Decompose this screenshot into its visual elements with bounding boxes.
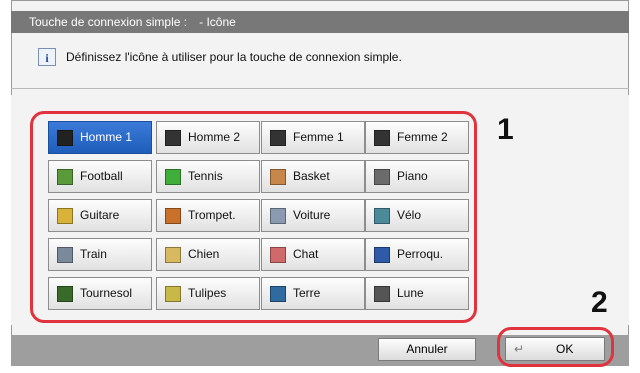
icon-option-piano[interactable]: Piano [365,160,469,193]
icon-option-tournesol[interactable]: Tournesol [48,277,152,310]
instruction-text: Définissez l'icône à utiliser pour la to… [66,50,402,64]
guitar-icon [57,208,73,224]
icon-option-label: Perroqu. [397,247,444,261]
callout-number-1: 1 [497,113,514,146]
icon-option-label: Homme 1 [80,130,133,144]
title-bar: Touche de connexion simple : - Icône [11,11,629,33]
icon-option-label: Tennis [188,169,223,183]
icon-option-lune[interactable]: Lune [365,277,469,310]
icon-option-label: Trompet. [188,208,236,222]
female-silhouette-icon [270,130,286,146]
icon-option-femme-2[interactable]: Femme 2 [365,121,469,154]
icon-option-homme-1[interactable]: Homme 1 [48,121,152,154]
male-silhouette-icon [165,130,181,146]
ok-button[interactable]: ↵ OK [505,337,605,361]
dog-icon [165,247,181,263]
icon-option-homme-2[interactable]: Homme 2 [156,121,260,154]
instruction-message: i Définissez l'icône à utiliser pour la … [38,48,402,66]
earth-icon [270,286,286,302]
icon-option-label: Piano [397,169,428,183]
icon-option-label: Femme 2 [397,130,448,144]
cancel-button[interactable]: Annuler [378,338,476,361]
icon-option-femme-1[interactable]: Femme 1 [261,121,365,154]
icon-option-label: Homme 2 [188,130,241,144]
icon-option-trompet[interactable]: Trompet. [156,199,260,232]
icon-option-vélo[interactable]: Vélo [365,199,469,232]
icon-option-label: Football [80,169,123,183]
parrot-icon [374,247,390,263]
icon-option-label: Train [80,247,107,261]
icon-option-chat[interactable]: Chat [261,238,365,271]
icon-option-label: Tournesol [80,286,133,300]
icon-option-football[interactable]: Football [48,160,152,193]
icon-option-label: Chat [293,247,319,261]
icon-option-terre[interactable]: Terre [261,277,365,310]
icon-option-label: Tulipes [188,286,227,300]
car-icon [270,208,286,224]
male-silhouette-icon [57,130,73,146]
icon-option-label: Femme 1 [293,130,344,144]
icon-option-guitare[interactable]: Guitare [48,199,152,232]
dialog-title: Touche de connexion simple : [29,15,188,29]
trumpet-icon [165,208,181,224]
callout-number-2: 2 [591,286,608,319]
basketball-icon [270,169,286,185]
tennis-icon [165,169,181,185]
enter-icon: ↵ [514,342,525,356]
moon-icon [374,286,390,302]
piano-icon [374,169,390,185]
cat-icon [270,247,286,263]
ok-button-label: OK [556,342,574,356]
bicycle-icon [374,208,390,224]
icon-option-perroqu[interactable]: Perroqu. [365,238,469,271]
female-silhouette-icon [374,130,390,146]
divider [11,88,629,89]
icon-option-basket[interactable]: Basket [261,160,365,193]
icon-option-train[interactable]: Train [48,238,152,271]
icon-option-tulipes[interactable]: Tulipes [156,277,260,310]
icon-option-label: Basket [293,169,330,183]
icon-option-voiture[interactable]: Voiture [261,199,365,232]
icon-option-tennis[interactable]: Tennis [156,160,260,193]
sunflower-icon [57,286,73,302]
icon-option-label: Terre [293,286,321,300]
icon-option-label: Lune [397,286,424,300]
train-icon [57,247,73,263]
icon-option-label: Voiture [293,208,331,222]
icon-option-label: Vélo [397,208,422,222]
dialog-subtitle: - Icône [199,15,236,29]
info-icon: i [38,48,56,66]
football-icon [57,169,73,185]
icon-option-label: Guitare [80,208,120,222]
icon-option-chien[interactable]: Chien [156,238,260,271]
tulips-icon [165,286,181,302]
icon-option-label: Chien [188,247,220,261]
